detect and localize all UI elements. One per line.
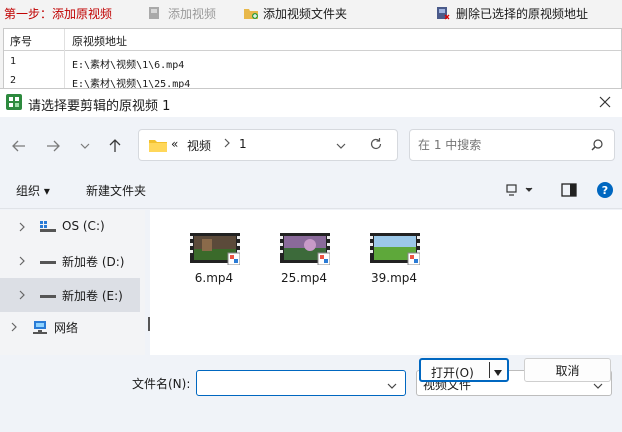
search-box[interactable] <box>409 129 615 161</box>
nav-item-label: 新加卷 (E:) <box>62 289 123 303</box>
help-icon[interactable]: ? <box>597 182 613 201</box>
new-folder-button[interactable]: 新建文件夹 <box>86 182 146 199</box>
windows-drive-icon <box>40 221 56 233</box>
nav-item-label: 网络 <box>54 321 79 335</box>
open-button-label: 打开(O) <box>431 366 474 380</box>
dialog-titlebar: 请选择要剪辑的原视频 1 <box>0 89 622 117</box>
preview-pane-icon[interactable] <box>561 183 577 200</box>
chevron-right-icon[interactable] <box>18 255 28 267</box>
file-item[interactable]: 39.mp4 <box>358 233 430 293</box>
command-bar: 组织 ▾ 新建文件夹 ? <box>0 173 622 209</box>
step-label: 第一步：添加原视频 <box>4 7 113 21</box>
table-row-index[interactable]: 1 <box>10 56 16 67</box>
drive-icon <box>40 289 56 301</box>
video-thumbnail-icon <box>190 233 241 266</box>
video-thumbnail-icon <box>370 233 421 266</box>
filename-label: 文件名(N): <box>132 377 191 391</box>
nav-item-network[interactable]: 网络 <box>0 310 132 344</box>
chevron-down-icon <box>80 143 90 149</box>
breadcrumb-item[interactable]: 视频 <box>187 137 211 154</box>
forward-button[interactable] <box>42 135 64 157</box>
chevron-right-icon[interactable] <box>18 221 28 233</box>
column-separator <box>64 29 65 89</box>
add-folder-label: 添加视频文件夹 <box>263 6 348 21</box>
folder-icon <box>149 138 167 152</box>
delete-selected-button[interactable]: 删除已选择的原视频地址 <box>436 3 588 23</box>
app-toolbar: 第一步：添加原视频 添加视频 添加视频文件夹 删除已选择的原视频地址 <box>0 0 622 26</box>
file-open-dialog: 请选择要剪辑的原视频 1 « 视频 1 在 1 中搜索 组织 ▾ 新建文件夹 ?… <box>0 88 622 432</box>
filename-combobox[interactable] <box>196 370 406 396</box>
breadcrumb-item[interactable]: 1 <box>239 137 247 151</box>
open-button[interactable]: 打开(O) <box>419 358 509 382</box>
navigation-pane: OS (C:) 新加卷 (D:) 新加卷 (E:) 网络 <box>0 210 145 355</box>
arrow-right-icon <box>47 140 60 152</box>
svg-text:?: ? <box>602 184 608 197</box>
video-path-table: 序号 原视频地址 1 E:\素材\视频\1\6.mp4 2 E:\素材\视频\1… <box>3 28 622 90</box>
file-item[interactable]: 6.mp4 <box>178 233 250 293</box>
arrow-left-icon <box>12 140 25 152</box>
breadcrumb-overflow[interactable]: « <box>171 137 178 151</box>
view-options-icon[interactable] <box>506 183 536 200</box>
file-item[interactable]: 25.mp4 <box>268 233 340 293</box>
app-logo-icon <box>6 94 22 110</box>
filename-input[interactable] <box>203 375 383 391</box>
recent-locations-button[interactable] <box>74 135 96 157</box>
file-name: 6.mp4 <box>194 271 234 285</box>
refresh-icon[interactable] <box>369 137 383 154</box>
chevron-down-icon[interactable] <box>387 379 397 389</box>
main-app-window: 第一步：添加原视频 添加视频 添加视频文件夹 删除已选择的原视频地址 序号 原视… <box>0 0 622 90</box>
table-row-path[interactable]: E:\素材\视频\1\6.mp4 <box>72 56 184 71</box>
add-folder-button[interactable]: 添加视频文件夹 <box>243 3 347 23</box>
nav-item-drive-c[interactable]: OS (C:) <box>0 210 140 244</box>
nav-item-drive-d[interactable]: 新加卷 (D:) <box>0 244 140 278</box>
search-input[interactable] <box>418 136 578 154</box>
address-bar[interactable]: « 视频 1 <box>138 129 398 161</box>
nav-item-label: OS (C:) <box>62 219 105 233</box>
delete-video-icon <box>436 6 450 20</box>
col-header-index[interactable]: 序号 <box>10 33 32 49</box>
delete-selected-label: 删除已选择的原视频地址 <box>456 6 589 21</box>
address-history-chevron-icon[interactable] <box>335 140 347 154</box>
add-video-label: 添加视频 <box>168 6 217 21</box>
back-button[interactable] <box>8 135 30 157</box>
arrow-up-icon <box>109 139 121 152</box>
search-icon <box>590 138 604 152</box>
network-icon <box>32 321 48 334</box>
file-name: 25.mp4 <box>280 271 328 285</box>
navigation-bar: « 视频 1 <box>0 117 622 173</box>
table-row-index[interactable]: 2 <box>10 75 16 86</box>
close-icon[interactable] <box>596 93 614 111</box>
nav-item-drive-e[interactable]: 新加卷 (E:) <box>0 278 140 312</box>
col-header-path[interactable]: 原视频地址 <box>72 33 127 49</box>
folder-add-icon <box>243 6 258 20</box>
up-button[interactable] <box>104 135 126 157</box>
file-name: 39.mp4 <box>370 271 418 285</box>
add-video-button[interactable]: 添加视频 <box>148 3 216 23</box>
cancel-button[interactable]: 取消 <box>524 358 611 382</box>
file-list: 6.mp4 25.mp4 39.mp4 <box>150 210 622 355</box>
chevron-right-icon[interactable] <box>10 321 20 333</box>
organize-menu[interactable]: 组织 ▾ <box>16 182 50 199</box>
video-thumbnail-icon <box>280 233 331 266</box>
nav-item-label: 新加卷 (D:) <box>62 255 125 269</box>
split-divider <box>489 362 490 378</box>
drive-icon <box>40 255 56 267</box>
dialog-title: 请选择要剪辑的原视频 1 <box>28 99 171 114</box>
chevron-right-icon[interactable] <box>18 289 28 301</box>
chevron-right-icon <box>223 137 231 152</box>
split-dropdown-icon[interactable] <box>493 366 503 380</box>
video-icon <box>148 6 162 20</box>
